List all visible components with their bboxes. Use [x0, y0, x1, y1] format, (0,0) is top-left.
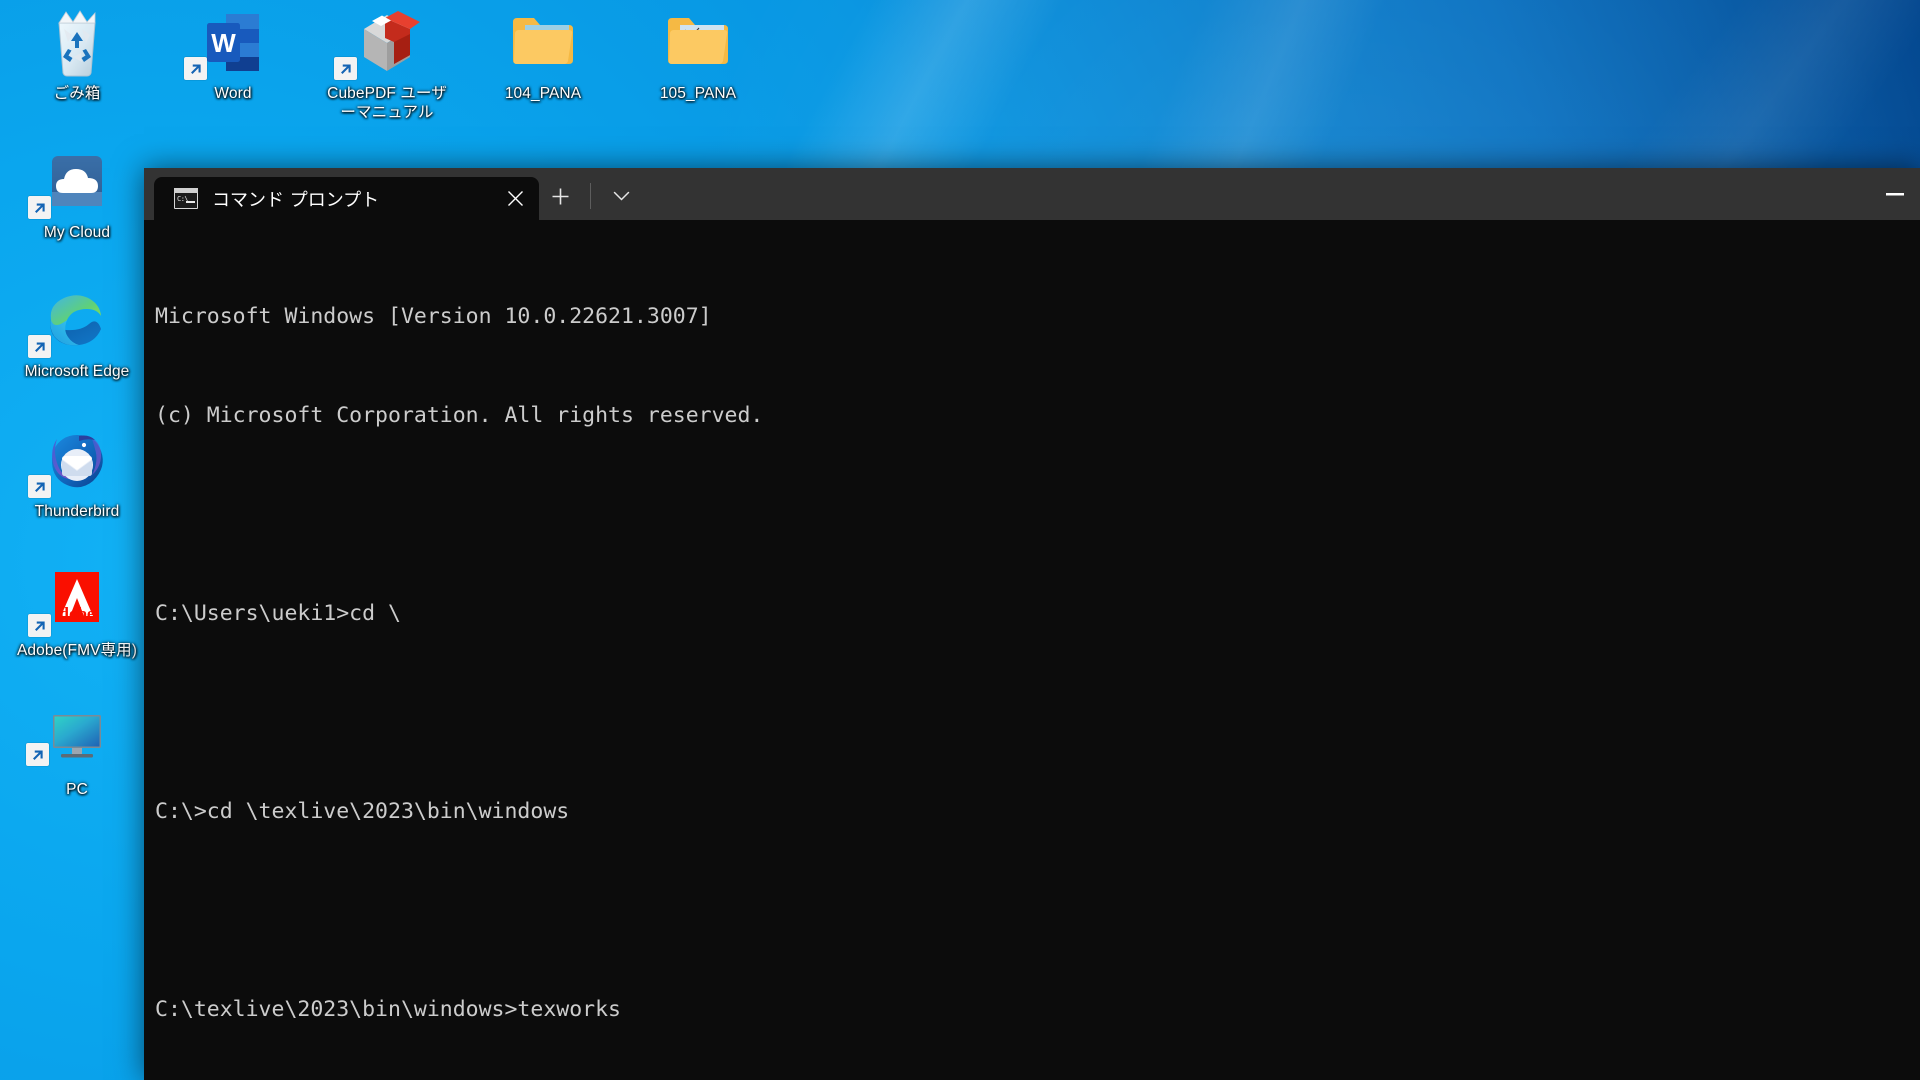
edge-icon	[16, 284, 138, 358]
desktop-icon-label: Thunderbird	[34, 503, 120, 520]
desktop-icon-thunderbird[interactable]: Thunderbird	[16, 424, 138, 521]
desktop-icon-label: My Cloud	[43, 224, 111, 241]
shortcut-arrow-icon	[334, 57, 357, 80]
chevron-down-icon	[613, 191, 629, 201]
minimize-icon	[1886, 193, 1904, 196]
close-icon	[507, 191, 523, 206]
command-prompt-window[interactable]: C:\ コマンド プロンプト Microsoft Windows [Versio…	[144, 168, 1920, 1080]
thunderbird-icon	[16, 424, 138, 498]
cubepdf-icon	[326, 6, 448, 80]
desktop-icon-folder-104[interactable]: 104_PANA	[482, 6, 604, 103]
desktop-icon-label: 104_PANA	[504, 85, 582, 102]
desktop-icon-recycle-bin[interactable]: ごみ箱	[16, 6, 138, 103]
desktop-icon-pc[interactable]: PC	[16, 702, 138, 799]
desktop-icon-label: 105_PANA	[659, 85, 737, 102]
shortcut-arrow-icon	[26, 743, 49, 766]
shortcut-arrow-icon	[28, 614, 51, 637]
tab-label: コマンド プロンプト	[212, 189, 380, 211]
svg-text:dobe: dobe	[60, 604, 95, 623]
adobe-icon: dobe	[16, 563, 138, 637]
toolbar-separator	[590, 183, 591, 209]
pc-monitor-icon	[16, 702, 138, 776]
desktop-icon-word[interactable]: W Word	[172, 6, 294, 103]
my-cloud-icon	[16, 145, 138, 219]
new-tab-button[interactable]	[539, 175, 581, 217]
folder-icon	[637, 6, 759, 80]
desktop-icon-adobe-fmv[interactable]: dobe Adobe(FMV専用)	[16, 563, 138, 660]
desktop-icon-label: Microsoft Edge	[24, 363, 130, 380]
desktop-icon-label: ごみ箱	[53, 85, 101, 102]
tab-strip: C:\ コマンド プロンプト	[144, 168, 642, 220]
desktop-icon-microsoft-edge[interactable]: Microsoft Edge	[16, 284, 138, 381]
tab-close-button[interactable]	[497, 183, 533, 215]
plus-icon	[552, 188, 568, 204]
window-titlebar[interactable]: C:\ コマンド プロンプト	[144, 168, 1920, 220]
terminal-line: C:\Users\ueki1>cd \	[155, 601, 401, 626]
cmd-icon: C:\	[174, 188, 198, 209]
terminal-line: C:\texlive\2023\bin\windows>texworks	[155, 997, 621, 1022]
shortcut-arrow-icon	[28, 475, 51, 498]
desktop-icon-label: Word	[214, 85, 252, 102]
tab-dropdown-button[interactable]	[600, 175, 642, 217]
word-icon: W	[172, 6, 294, 80]
desktop-icon-my-cloud[interactable]: My Cloud	[16, 145, 138, 242]
terminal-output[interactable]: Microsoft Windows [Version 10.0.22621.30…	[144, 220, 1920, 1080]
svg-text:W: W	[211, 28, 236, 58]
recycle-bin-icon	[16, 6, 138, 80]
terminal-line: C:\>cd \texlive\2023\bin\windows	[155, 799, 570, 824]
desktop-icon-label: Adobe(FMV専用)	[16, 642, 138, 659]
desktop-icon-label: CubePDF ユーザーマニュアル	[327, 85, 447, 121]
shortcut-arrow-icon	[184, 57, 207, 80]
shortcut-arrow-icon	[28, 335, 51, 358]
desktop-icon-folder-105[interactable]: 105_PANA	[637, 6, 759, 103]
tab-command-prompt[interactable]: C:\ コマンド プロンプト	[154, 177, 539, 220]
desktop-icon-label: PC	[66, 781, 88, 798]
window-caption-buttons	[1870, 168, 1920, 220]
folder-icon	[482, 6, 604, 80]
terminal-line: (c) Microsoft Corporation. All rights re…	[155, 403, 764, 428]
terminal-line: Microsoft Windows [Version 10.0.22621.30…	[155, 304, 712, 329]
minimize-button[interactable]	[1870, 168, 1920, 220]
shortcut-arrow-icon	[28, 196, 51, 219]
desktop-icon-cubepdf-manual[interactable]: CubePDF ユーザーマニュアル	[326, 6, 448, 122]
